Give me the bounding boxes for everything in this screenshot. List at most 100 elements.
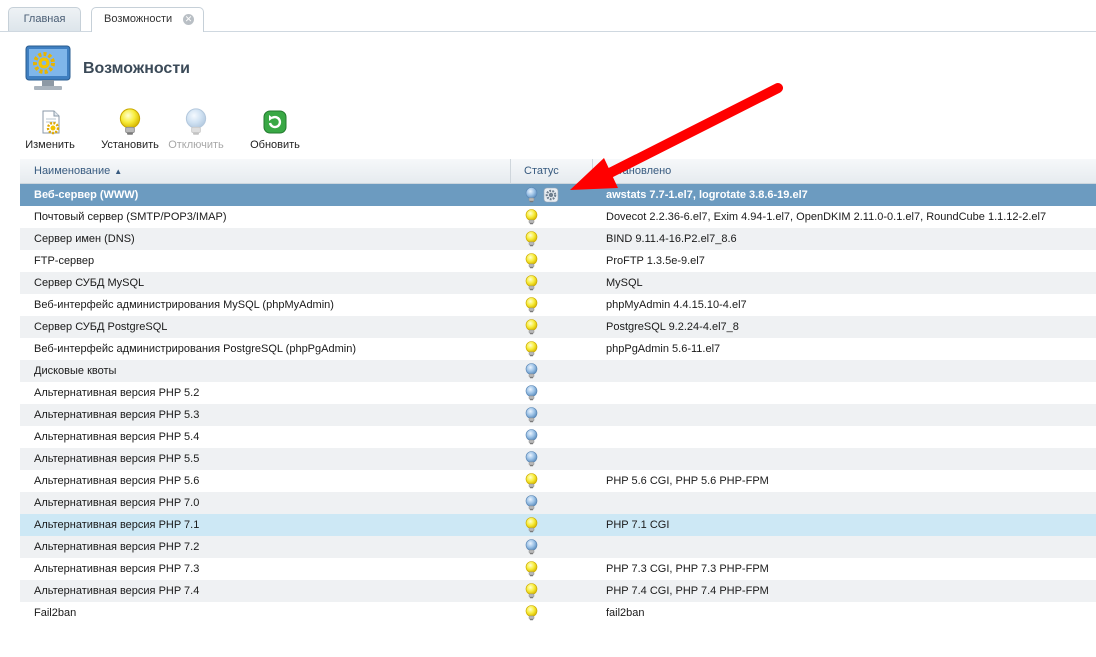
table-row[interactable]: Альтернативная версия PHP 5.2 <box>20 382 1096 404</box>
table-row[interactable]: Дисковые квоты <box>20 360 1096 382</box>
cell-name: Веб-интерфейс администрирования PostgreS… <box>34 343 356 355</box>
install-button-label: Установить <box>101 139 159 151</box>
lightbulb-on-icon <box>524 319 539 335</box>
cell-name: Альтернативная версия PHP 7.2 <box>34 541 200 553</box>
cell-installed: BIND 9.11.4-16.P2.el7_8.6 <box>606 233 737 245</box>
cell-name: Сервер СУБД MySQL <box>34 277 145 289</box>
lightbulb-on-icon <box>524 275 539 291</box>
cell-installed: PHP 7.3 CGI, PHP 7.3 PHP-FPM <box>606 563 769 575</box>
refresh-button-label: Обновить <box>250 139 300 151</box>
edit-document-icon <box>36 108 64 136</box>
tab-bar: Главная Возможности ✕ <box>0 0 1096 32</box>
close-icon[interactable]: ✕ <box>183 14 194 25</box>
table-row[interactable]: Сервер СУБД MySQL MySQL <box>20 272 1096 294</box>
cell-installed: PHP 7.4 CGI, PHP 7.4 PHP-FPM <box>606 585 769 597</box>
lightbulb-off-icon <box>524 385 539 401</box>
install-button[interactable]: Установить <box>100 108 160 151</box>
table-row[interactable]: Альтернативная версия PHP 7.3 PHP 7.3 CGI… <box>20 558 1096 580</box>
table-row[interactable]: Альтернативная версия PHP 7.4 PHP 7.4 CGI… <box>20 580 1096 602</box>
lightbulb-off-icon <box>524 451 539 467</box>
cell-installed: phpPgAdmin 5.6-11.el7 <box>606 343 721 355</box>
cell-name: Альтернативная версия PHP 7.4 <box>34 585 200 597</box>
table-row[interactable]: Альтернативная версия PHP 5.3 <box>20 404 1096 426</box>
monitor-gear-icon <box>22 44 74 94</box>
cell-installed: PostgreSQL 9.2.24-4.el7_8 <box>606 321 739 333</box>
cell-name: Альтернативная версия PHP 5.3 <box>34 409 200 421</box>
cell-installed: Dovecot 2.2.36-6.el7, Exim 4.94-1.el7, O… <box>606 211 1047 223</box>
lightbulb-off-icon <box>524 407 539 423</box>
refresh-icon <box>261 108 289 136</box>
lightbulb-on-icon <box>524 473 539 489</box>
cell-name: Альтернативная версия PHP 5.4 <box>34 431 200 443</box>
lightbulb-on-icon <box>524 297 539 313</box>
cell-installed: MySQL <box>606 277 643 289</box>
lightbulb-on-icon <box>524 583 539 599</box>
column-divider[interactable] <box>510 159 511 183</box>
cell-installed: phpMyAdmin 4.4.15.10-4.el7 <box>606 299 747 311</box>
cell-name: Альтернативная версия PHP 7.3 <box>34 563 200 575</box>
lightbulb-off-icon <box>524 429 539 445</box>
table-row[interactable]: Сервер СУБД PostgreSQL PostgreSQL 9.2.24-… <box>20 316 1096 338</box>
column-header-name[interactable]: Наименование ▲ <box>34 159 122 183</box>
annotation-arrow <box>570 83 783 190</box>
table-header: Наименование ▲ Статус Установлено <box>20 159 1096 184</box>
table-row[interactable]: Альтернативная версия PHP 5.6 PHP 5.6 CGI… <box>20 470 1096 492</box>
lightbulb-on-icon <box>524 253 539 269</box>
cell-name: Альтернативная версия PHP 5.2 <box>34 387 200 399</box>
lightbulb-off-icon <box>524 363 539 379</box>
table-row[interactable]: FTP-сервер ProFTP 1.3.5e-9.el7 <box>20 250 1096 272</box>
table-row[interactable]: Fail2ban fail2ban <box>20 602 1096 624</box>
gear-icon <box>543 187 559 203</box>
column-header-status[interactable]: Статус <box>524 159 559 183</box>
table-row[interactable]: Альтернативная версия PHP 7.2 <box>20 536 1096 558</box>
cell-name: Веб-сервер (WWW) <box>34 189 139 201</box>
features-table: Наименование ▲ Статус Установлено Веб-сер… <box>20 159 1096 624</box>
table-row[interactable]: Альтернативная версия PHP 5.4 <box>20 426 1096 448</box>
cell-name: Сервер имен (DNS) <box>34 233 135 245</box>
cell-name: Fail2ban <box>34 607 77 619</box>
lightbulb-on-icon <box>524 605 539 621</box>
lightbulb-on-icon <box>116 108 144 136</box>
table-row[interactable]: Почтовый сервер (SMTP/POP3/IMAP) Dovecot … <box>20 206 1096 228</box>
cell-installed: PHP 7.1 CGI <box>606 519 670 531</box>
table-row[interactable]: Альтернативная версия PHP 7.1 PHP 7.1 CGI <box>20 514 1096 536</box>
edit-button-label: Изменить <box>25 139 75 151</box>
cell-installed: PHP 5.6 CGI, PHP 5.6 PHP-FPM <box>606 475 769 487</box>
table-body: Веб-сервер (WWW) awstats 7.7-1.el7, logro… <box>20 184 1096 624</box>
lightbulb-off-icon <box>524 495 539 511</box>
page-title: Возможности <box>83 60 190 77</box>
tab-features[interactable]: Возможности ✕ <box>91 7 204 32</box>
table-row[interactable]: Альтернативная версия PHP 5.5 <box>20 448 1096 470</box>
refresh-button[interactable]: Обновить <box>248 108 302 151</box>
tab-features-label: Возможности <box>104 13 173 25</box>
cell-name: Почтовый сервер (SMTP/POP3/IMAP) <box>34 211 227 223</box>
cell-name: Альтернативная версия PHP 5.6 <box>34 475 200 487</box>
cell-name: Альтернативная версия PHP 7.0 <box>34 497 200 509</box>
lightbulb-off-icon <box>524 539 539 555</box>
disable-button-label: Отключить <box>168 139 224 151</box>
edit-button[interactable]: Изменить <box>24 108 76 151</box>
lightbulb-on-icon <box>524 341 539 357</box>
table-row[interactable]: Веб-интерфейс администрирования PostgreS… <box>20 338 1096 360</box>
tab-home[interactable]: Главная <box>8 7 81 31</box>
lightbulb-on-icon <box>524 209 539 225</box>
lightbulb-on-icon <box>524 517 539 533</box>
column-header-name-label: Наименование <box>34 165 111 177</box>
lightbulb-on-icon <box>524 231 539 247</box>
cell-installed: ProFTP 1.3.5e-9.el7 <box>606 255 705 267</box>
cell-installed: fail2ban <box>606 607 645 619</box>
table-row[interactable]: Веб-сервер (WWW) awstats 7.7-1.el7, logro… <box>20 184 1096 206</box>
table-row[interactable]: Сервер имен (DNS) BIND 9.11.4-16.P2.el7_8… <box>20 228 1096 250</box>
disable-button[interactable]: Отключить <box>167 108 225 151</box>
cell-name: FTP-сервер <box>34 255 95 267</box>
lightbulb-off-icon <box>182 108 210 136</box>
lightbulb-off-icon <box>524 187 539 203</box>
cell-name: Альтернативная версия PHP 5.5 <box>34 453 200 465</box>
cell-name: Альтернативная версия PHP 7.1 <box>34 519 200 531</box>
sort-ascending-icon: ▲ <box>114 167 123 176</box>
table-row[interactable]: Альтернативная версия PHP 7.0 <box>20 492 1096 514</box>
table-row[interactable]: Веб-интерфейс администрирования MySQL (p… <box>20 294 1096 316</box>
lightbulb-on-icon <box>524 561 539 577</box>
cell-name: Сервер СУБД PostgreSQL <box>34 321 168 333</box>
cell-name: Дисковые квоты <box>34 365 117 377</box>
